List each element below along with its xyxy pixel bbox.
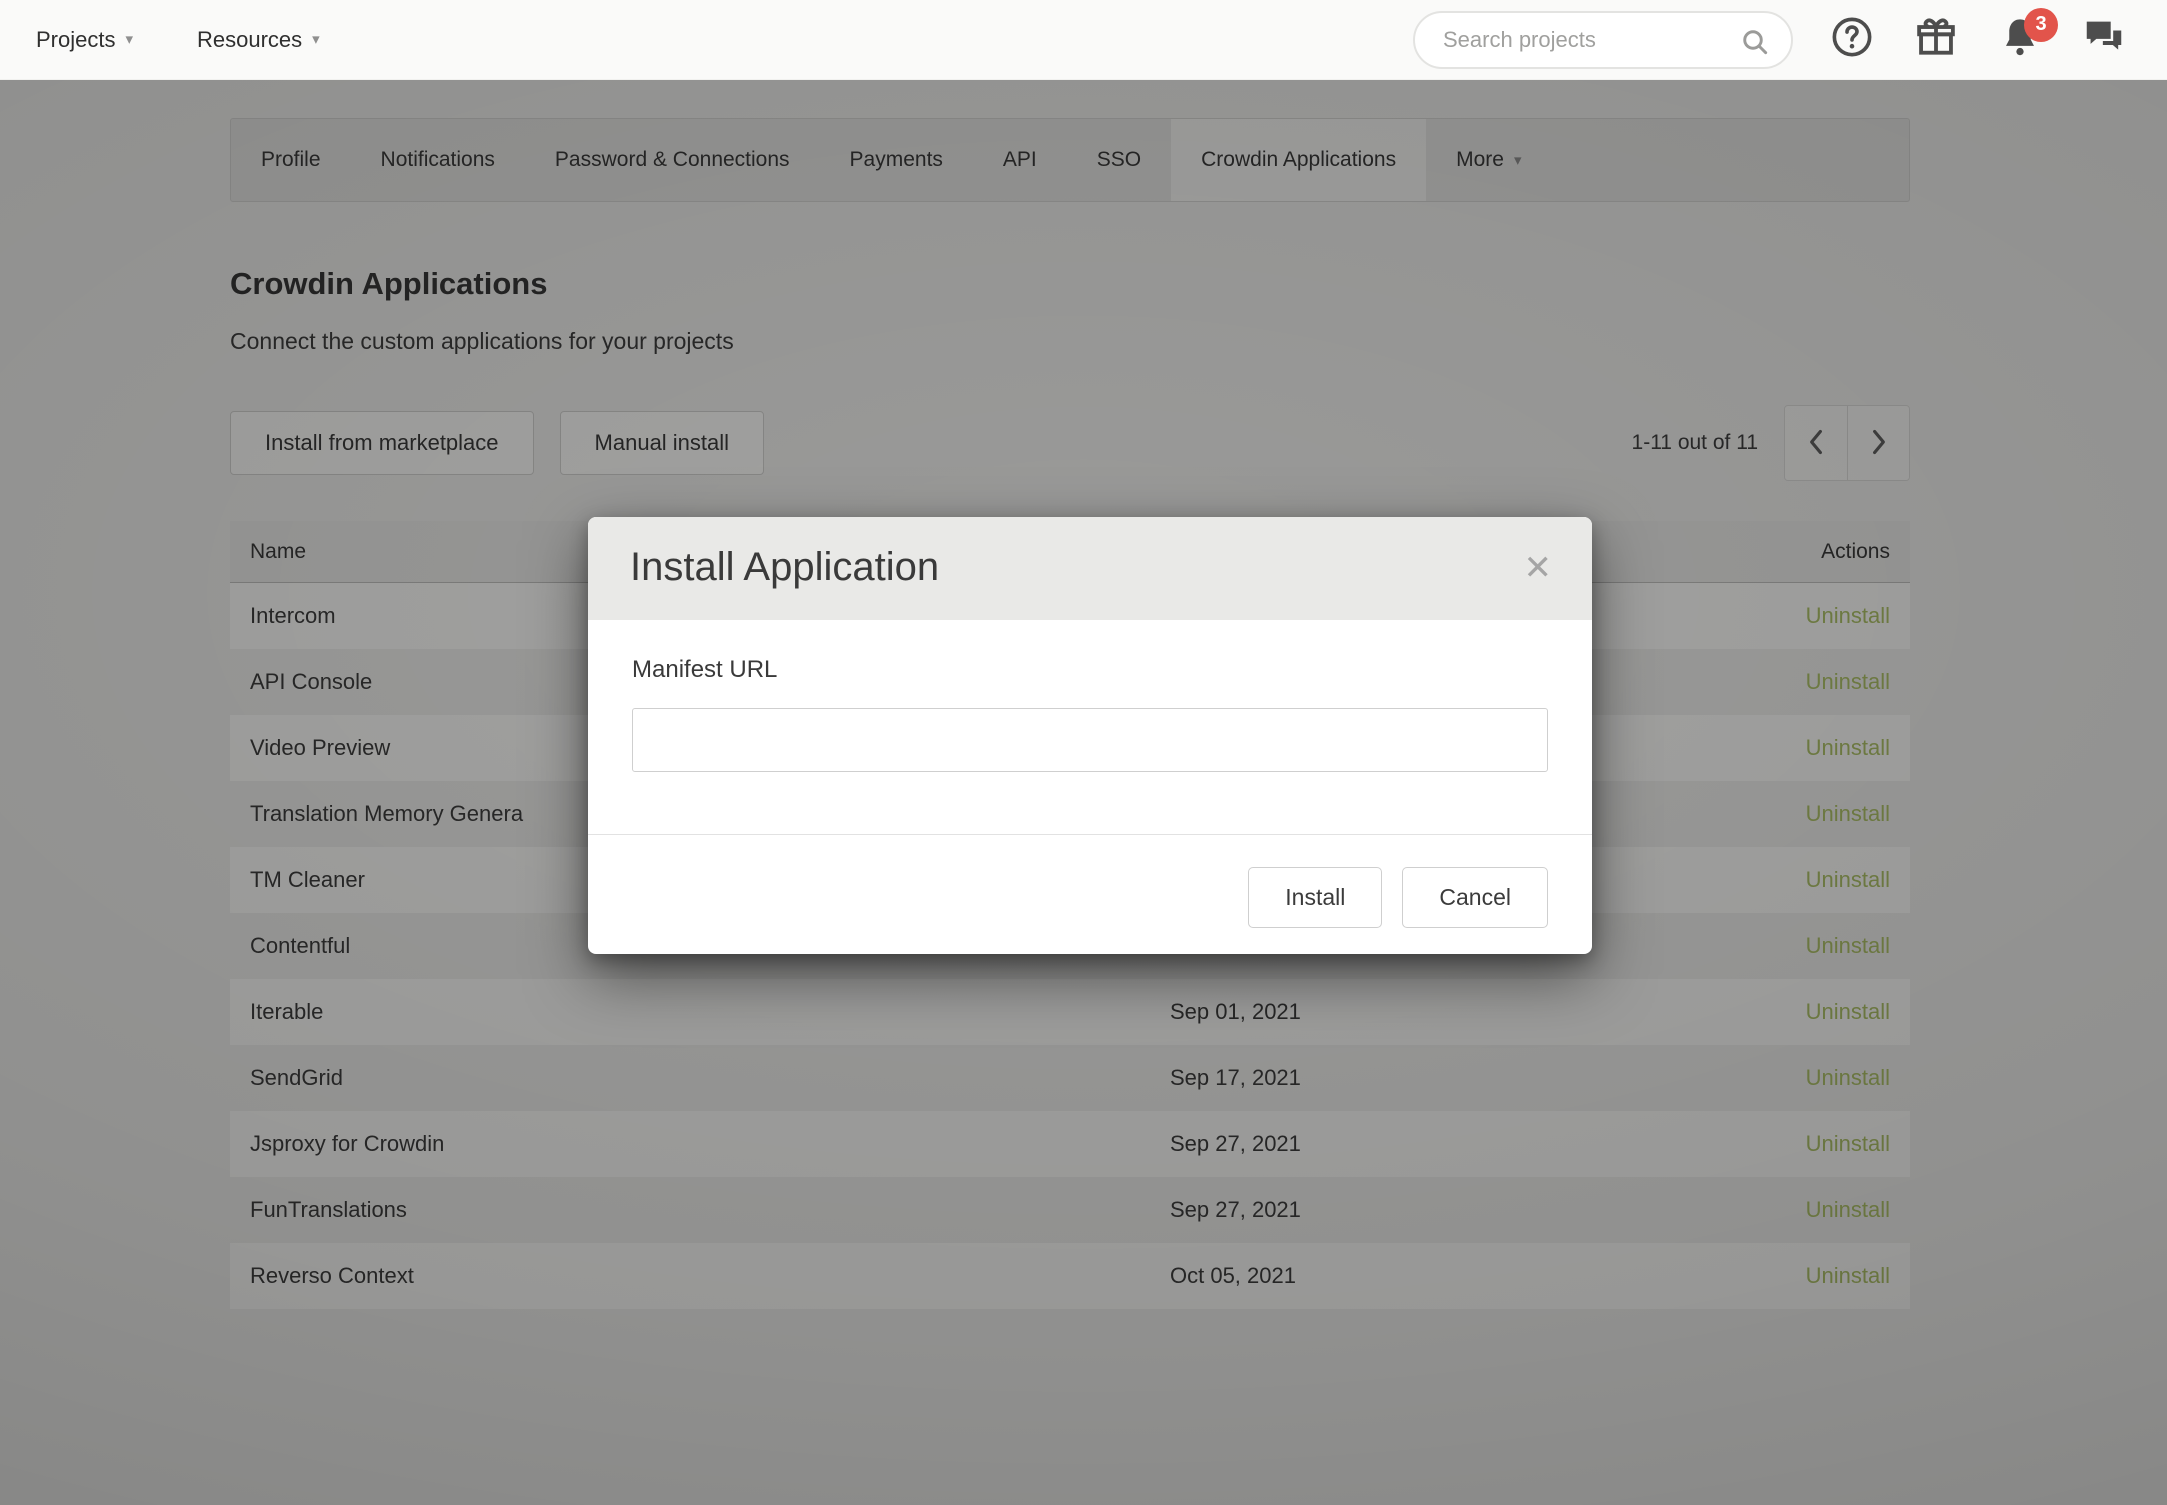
search-box (1413, 11, 1793, 69)
resources-menu-label: Resources (197, 27, 302, 53)
help-icon (1829, 14, 1875, 65)
gift-button[interactable] (1911, 15, 1961, 65)
notifications-button[interactable]: 3 (1995, 15, 2045, 65)
chevron-down-icon: ▾ (312, 32, 320, 47)
manifest-url-label: Manifest URL (632, 656, 1548, 684)
gift-icon (1913, 14, 1959, 65)
install-button[interactable]: Install (1248, 867, 1382, 928)
chat-icon (2081, 14, 2127, 65)
projects-menu[interactable]: Projects ▾ (36, 27, 133, 53)
cancel-button[interactable]: Cancel (1402, 867, 1548, 928)
messages-button[interactable] (2079, 15, 2129, 65)
topbar-actions: 3 (1413, 11, 2129, 69)
search-input[interactable] (1415, 13, 1791, 67)
modal-title: Install Application (630, 545, 939, 590)
modal-header: Install Application ✕ (588, 517, 1592, 620)
notification-count-badge: 3 (2024, 8, 2058, 42)
resources-menu[interactable]: Resources ▾ (197, 27, 320, 53)
help-button[interactable] (1827, 15, 1877, 65)
manifest-url-input[interactable] (632, 708, 1548, 772)
modal-footer: Install Cancel (588, 834, 1592, 954)
search-icon (1739, 26, 1771, 63)
top-navigation-bar: Projects ▾ Resources ▾ (0, 0, 2167, 80)
close-icon[interactable]: ✕ (1524, 551, 1553, 585)
main-menu: Projects ▾ Resources ▾ (36, 27, 320, 53)
projects-menu-label: Projects (36, 27, 115, 53)
install-application-modal: Install Application ✕ Manifest URL Insta… (588, 517, 1592, 954)
chevron-down-icon: ▾ (125, 32, 133, 47)
modal-body: Manifest URL (588, 620, 1592, 834)
